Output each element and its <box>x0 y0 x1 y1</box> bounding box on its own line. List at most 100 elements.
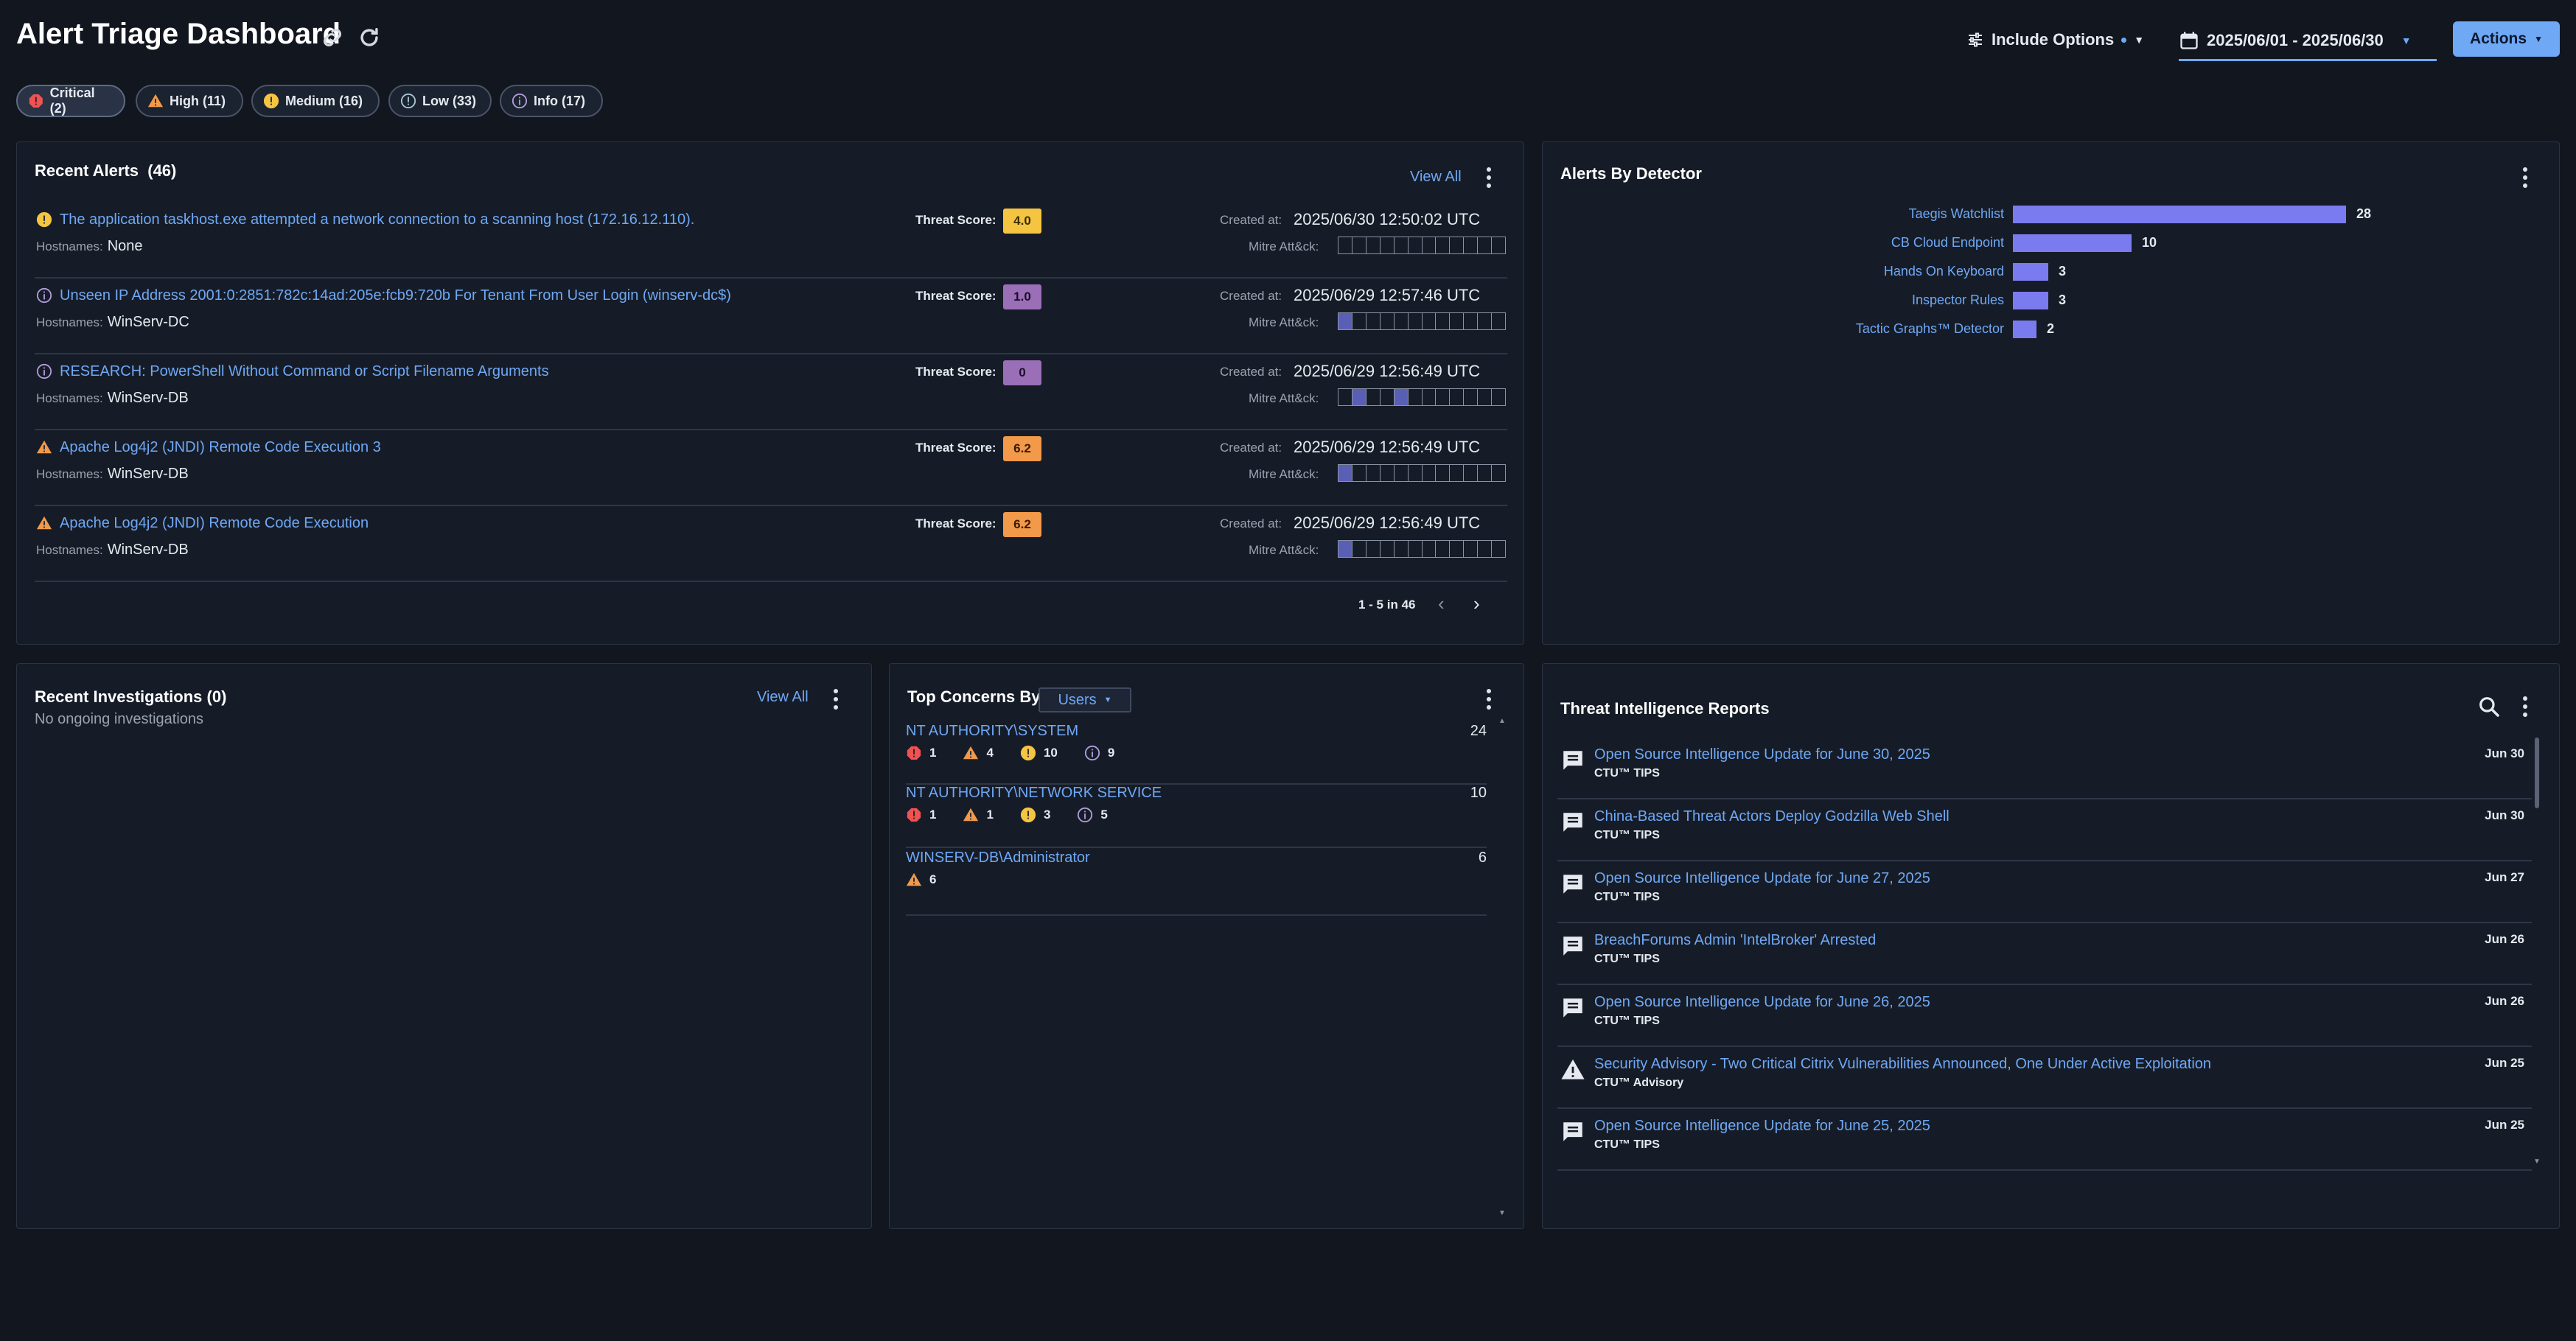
filter-chip-info[interactable]: Info (17) <box>500 85 603 117</box>
alert-row[interactable]: RESEARCH: PowerShell Without Command or … <box>35 353 1507 430</box>
refresh-icon[interactable] <box>357 25 382 50</box>
alert-title-link[interactable]: Unseen IP Address 2001:0:2851:782c:14ad:… <box>60 287 731 304</box>
medium-severity-icon <box>36 211 52 228</box>
mitre-label: Mitre Att&ck: <box>1249 391 1319 405</box>
alert-row[interactable]: Apache Log4j2 (JNDI) Remote Code Executi… <box>35 505 1507 582</box>
report-title-link[interactable]: Security Advisory - Two Critical Citrix … <box>1594 1056 2211 1073</box>
date-range-picker[interactable]: 2025/06/01 - 2025/06/30 ▼ <box>2179 22 2437 61</box>
report-item[interactable]: Open Source Intelligence Update for June… <box>1557 1109 2532 1171</box>
concern-name-link[interactable]: WINSERV-DB\Administrator <box>906 850 1090 866</box>
report-item[interactable]: Open Source Intelligence Update for June… <box>1557 738 2532 799</box>
filter-chip-medium[interactable]: Medium (16) <box>251 85 380 117</box>
concerns-by-select[interactable]: Users ▼ <box>1039 687 1131 712</box>
report-date: Jun 25 <box>2485 1056 2524 1070</box>
report-item[interactable]: Security Advisory - Two Critical Citrix … <box>1557 1047 2532 1109</box>
alert-title-link[interactable]: Apache Log4j2 (JNDI) Remote Code Executi… <box>60 515 369 532</box>
alert-row[interactable]: The application taskhost.exe attempted a… <box>35 201 1507 279</box>
threat-score-badge: 6.2 <box>1003 512 1041 537</box>
report-item[interactable]: BreachForums Admin 'IntelBroker' Arreste… <box>1557 923 2532 985</box>
detector-label[interactable]: CB Cloud Endpoint <box>1783 235 2004 251</box>
concern-name-link[interactable]: NT AUTHORITY\NETWORK SERVICE <box>906 785 1162 802</box>
alert-title-link[interactable]: RESEARCH: PowerShell Without Command or … <box>60 363 549 380</box>
comment-icon <box>1563 813 1582 832</box>
report-date: Jun 25 <box>2485 1118 2524 1132</box>
low-severity-icon <box>400 93 416 109</box>
warning-icon <box>906 872 922 886</box>
scroll-down-icon[interactable]: ▼ <box>1498 1209 1506 1217</box>
filter-chip-critical[interactable]: Critical (2) <box>16 85 125 117</box>
alert-row[interactable]: Unseen IP Address 2001:0:2851:782c:14ad:… <box>35 277 1507 354</box>
detector-bar[interactable] <box>2013 234 2132 252</box>
link-icon[interactable] <box>320 25 345 50</box>
concern-name-link[interactable]: NT AUTHORITY\SYSTEM <box>906 723 1078 740</box>
date-range-value: 2025/06/01 - 2025/06/30 <box>2207 31 2384 49</box>
search-icon[interactable] <box>2477 695 2501 718</box>
report-item[interactable]: Open Source Intelligence Update for June… <box>1557 861 2532 923</box>
view-all-alerts-link[interactable]: View All <box>1410 169 1462 186</box>
options-indicator-dot <box>2121 37 2127 43</box>
actions-button[interactable]: Actions ▼ <box>2453 21 2560 57</box>
concern-item[interactable]: NT AUTHORITY\NETWORK SERVICE 10 1 1 3 5 <box>906 785 1487 848</box>
more-options-icon[interactable] <box>1485 167 1493 188</box>
created-at-label: Created at: <box>1220 289 1282 303</box>
concern-item[interactable]: NT AUTHORITY\SYSTEM 24 1 4 10 9 <box>906 723 1487 785</box>
report-item[interactable]: China-Based Threat Actors Deploy Godzill… <box>1557 799 2532 861</box>
alert-hostnames: Hostnames: None <box>36 238 143 254</box>
chip-label: High (11) <box>170 93 226 108</box>
chevron-left-icon[interactable]: ‹ <box>1438 592 1445 615</box>
view-all-investigations-link[interactable]: View All <box>757 689 809 706</box>
report-title-link[interactable]: China-Based Threat Actors Deploy Godzill… <box>1594 808 1950 825</box>
report-title-link[interactable]: Open Source Intelligence Update for June… <box>1594 746 1930 763</box>
more-options-icon[interactable] <box>832 689 840 710</box>
filter-chip-low[interactable]: Low (33) <box>388 85 492 117</box>
report-item[interactable]: Open Source Intelligence Update for June… <box>1557 985 2532 1047</box>
recent-investigations-panel: Recent Investigations (0) No ongoing inv… <box>16 663 872 1229</box>
alert-title-link[interactable]: Apache Log4j2 (JNDI) Remote Code Executi… <box>60 439 381 456</box>
scroll-up-icon[interactable]: ▲ <box>1498 717 1506 725</box>
report-title-link[interactable]: Open Source Intelligence Update for June… <box>1594 870 1930 887</box>
recent-investigations-title: Recent Investigations (0) <box>35 687 227 706</box>
more-options-icon[interactable] <box>2521 696 2529 717</box>
alert-title-link[interactable]: The application taskhost.exe attempted a… <box>60 211 694 228</box>
detector-bar[interactable] <box>2013 321 2036 338</box>
chip-label: Critical (2) <box>49 85 95 116</box>
include-options-button[interactable]: Include Options ▼ <box>1966 27 2144 53</box>
threat-score-label: Threat Score: <box>915 213 996 227</box>
detector-label[interactable]: Tactic Graphs™ Detector <box>1783 321 2004 337</box>
reports-scrollbar[interactable] <box>2535 738 2539 808</box>
created-at-label: Created at: <box>1220 365 1282 379</box>
alert-hostnames: Hostnames: WinServ-DB <box>36 390 189 406</box>
empty-investigations-text: No ongoing investigations <box>35 711 204 727</box>
recent-alerts-title: Recent Alerts (46) <box>35 161 177 180</box>
detector-bar[interactable] <box>2013 292 2048 309</box>
chevron-right-icon[interactable]: › <box>1473 592 1480 615</box>
alert-hostnames: Hostnames: WinServ-DB <box>36 466 189 482</box>
report-source: CTU™ TIPS <box>1594 1138 1660 1151</box>
detector-bar[interactable] <box>2013 206 2346 223</box>
created-at-value: 2025/06/29 12:56:49 UTC <box>1294 514 1481 532</box>
report-title-link[interactable]: BreachForums Admin 'IntelBroker' Arreste… <box>1594 932 1876 949</box>
concerns-by-value: Users <box>1058 691 1097 708</box>
created-at-label: Created at: <box>1220 517 1282 531</box>
detector-bar[interactable] <box>2013 263 2048 281</box>
alert-row[interactable]: Apache Log4j2 (JNDI) Remote Code Executi… <box>35 429 1507 506</box>
detector-label[interactable]: Hands On Keyboard <box>1783 264 2004 279</box>
detector-label[interactable]: Inspector Rules <box>1783 293 2004 308</box>
chevron-down-icon: ▼ <box>1103 696 1112 704</box>
chevron-down-icon: ▼ <box>2134 34 2145 46</box>
page-title: Alert Triage Dashboard <box>16 18 341 50</box>
sliders-icon <box>1969 32 1982 47</box>
critical-icon <box>29 94 43 108</box>
filter-chip-high[interactable]: High (11) <box>136 85 243 117</box>
report-title-link[interactable]: Open Source Intelligence Update for June… <box>1594 1118 1930 1135</box>
chip-label: Info (17) <box>534 93 585 108</box>
report-title-link[interactable]: Open Source Intelligence Update for June… <box>1594 994 1930 1011</box>
concern-item[interactable]: WINSERV-DB\Administrator 6 6 <box>906 850 1487 916</box>
scroll-down-icon[interactable]: ▼ <box>2533 1158 2541 1166</box>
concern-total: 24 <box>1470 723 1487 739</box>
alerts-by-detector-panel: Alerts By Detector Taegis Watchlist 28 CB … <box>1542 141 2560 645</box>
warning-icon <box>147 94 164 108</box>
detector-label[interactable]: Taegis Watchlist <box>1783 206 2004 222</box>
more-options-icon[interactable] <box>1485 689 1493 710</box>
report-date: Jun 27 <box>2485 870 2524 884</box>
